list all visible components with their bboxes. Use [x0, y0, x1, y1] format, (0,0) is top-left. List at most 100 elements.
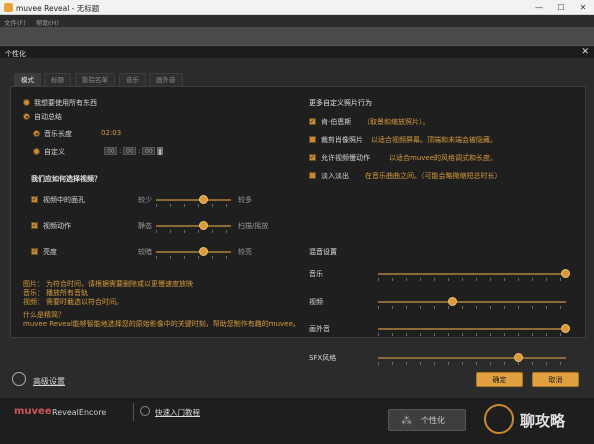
custom-minutes-value: 00	[126, 148, 134, 155]
time-separator-1: :	[119, 147, 122, 155]
mix-slider-ticks	[378, 306, 566, 309]
selection-row-label: 亮度	[43, 248, 57, 256]
slider-left-label: 静态	[138, 222, 152, 230]
slider-left-label: 较少	[138, 196, 152, 204]
tab-titles[interactable]: 标题	[44, 73, 71, 86]
selection-slider-knob[interactable]	[198, 247, 208, 256]
mix-slider-knob[interactable]	[561, 269, 570, 278]
cancel-button[interactable]: 取消	[532, 372, 579, 387]
watermark-text: 聊攻略	[520, 412, 566, 430]
note-video-text: 需要时截选以符合时间。	[46, 298, 123, 306]
selection-checkbox[interactable]: ✓	[31, 222, 38, 229]
advanced-settings-link[interactable]: 高级设置	[33, 376, 65, 387]
mix-slider-knob[interactable]	[561, 324, 570, 333]
selection-slider-knob[interactable]	[198, 195, 208, 204]
dialog-close-button[interactable]: ✕	[581, 47, 589, 57]
tab-narration[interactable]: 画外音	[149, 73, 183, 86]
maximize-button[interactable]: ☐	[550, 0, 572, 15]
mix-slider-track[interactable]	[378, 301, 566, 303]
watermark-logo-icon	[484, 404, 514, 434]
brand-reveal-encore: RevealEncore	[52, 408, 107, 417]
photo-behavior-checkbox[interactable]	[309, 136, 316, 143]
radio-auto-summary[interactable]	[23, 113, 30, 120]
tab-music[interactable]: 音乐	[119, 73, 146, 86]
mix-slider-track[interactable]	[378, 357, 566, 359]
selection-slider-track[interactable]	[156, 199, 231, 201]
time-spinner-icon[interactable]: ▲ ▼	[157, 147, 163, 156]
selection-slider-track[interactable]	[156, 225, 231, 227]
bottom-divider	[133, 403, 134, 421]
custom-seconds-value: 00	[145, 148, 153, 155]
mix-slider-track[interactable]	[378, 328, 566, 330]
menu-file[interactable]: 文件(F)	[4, 17, 26, 27]
app-logo-icon	[4, 3, 13, 12]
slider-right-label: 较多	[238, 196, 252, 204]
music-length-label: 音乐长度	[44, 130, 72, 138]
selection-slider-knob[interactable]	[198, 221, 208, 230]
menu-help[interactable]: 帮助(H)	[36, 17, 59, 27]
selection-row-label: 视频中的面孔	[43, 196, 85, 204]
time-separator-2: :	[138, 147, 141, 155]
photo-behavior-label: 裁剪肖像照片	[321, 136, 363, 144]
mix-row-label: 画外音	[309, 325, 330, 333]
mix-row-label: 视频	[309, 298, 323, 306]
auto-summary-label: 自动总结	[34, 113, 62, 121]
tab-mode[interactable]: 模式	[14, 73, 41, 86]
selection-slider-ticks	[156, 256, 231, 259]
selection-slider-ticks	[156, 204, 231, 207]
photo-behavior-label: 肯·伯恩斯	[321, 118, 352, 126]
custom-hours-field[interactable]: 00	[104, 147, 117, 155]
ok-button[interactable]: 确定	[476, 372, 523, 387]
custom-minutes-field[interactable]: 00	[123, 147, 136, 155]
mix-slider-ticks	[378, 362, 566, 365]
mix-heading: 混音设置	[309, 248, 337, 256]
custom-photos-heading: 更多自定义照片行为	[309, 99, 372, 107]
slider-right-label: 扫描/摇放	[238, 222, 269, 230]
quickstart-link[interactable]: 快速入门教程	[155, 407, 200, 418]
personalize-dialog: 模式 标题 影院名单 音乐 画外音 我想要使用所有东西 自动总结 音乐长度 02…	[0, 58, 594, 398]
personalize-label: 个性化	[421, 416, 445, 425]
selection-checkbox[interactable]: ✓	[31, 248, 38, 255]
what-is-summary-body: muvee Reveal能够智能地选择您的原始影像中的关键时刻，帮助您制作有趣的…	[23, 320, 300, 328]
dialog-titlebar: 个性化 ✕	[0, 45, 594, 58]
photo-behavior-desc: 以适合muvee的风格调式和长度。	[389, 154, 498, 162]
custom-label: 自定义	[44, 148, 65, 156]
mix-slider-knob[interactable]	[448, 297, 458, 306]
custom-seconds-field[interactable]: 00	[142, 147, 155, 155]
mix-slider-ticks	[378, 333, 566, 336]
close-window-button[interactable]: ✕	[572, 0, 594, 15]
minimize-button[interactable]: —	[528, 0, 550, 15]
photo-behavior-desc: （取景和缩放照片）。	[363, 118, 430, 126]
selection-heading: 我们应如何选择视频？	[31, 175, 101, 183]
selection-checkbox[interactable]: ✓	[31, 196, 38, 203]
mix-slider-knob[interactable]	[514, 353, 523, 362]
photo-behavior-label: 允许视频慢动作	[321, 154, 370, 162]
selection-slider-track[interactable]	[156, 251, 231, 253]
radio-use-all[interactable]	[23, 99, 30, 106]
mix-row-label: 音乐	[309, 270, 323, 278]
photo-behavior-checkbox[interactable]: ✓	[309, 154, 316, 161]
brand-muvee: muvee	[14, 406, 52, 417]
selection-row-label: 视频动作	[43, 222, 71, 230]
mix-row-label: SFX风格	[309, 354, 337, 362]
mode-panel: 我想要使用所有东西 自动总结 音乐长度 02:03 自定义 00 : 00 : …	[10, 86, 586, 365]
photo-behavior-desc: 以适合视频屏幕。顶端和末端会被隐藏。	[371, 136, 497, 144]
music-length-value: 02:03	[101, 129, 122, 137]
window-titlebar: muvee Reveal - 无标题 — ☐ ✕	[0, 0, 594, 15]
photo-behavior-desc: 在音乐曲曲之间。（可能会略微缩短总时长）	[365, 172, 502, 180]
photo-behavior-checkbox[interactable]	[309, 172, 316, 179]
photo-behavior-label: 淡入淡出	[321, 172, 349, 180]
selection-slider-ticks	[156, 230, 231, 233]
mix-slider-track[interactable]	[378, 273, 566, 275]
personalize-button[interactable]: ⁂ 个性化	[388, 409, 466, 431]
slider-right-label: 较亮	[238, 248, 252, 256]
photo-behavior-checkbox[interactable]: ✓	[309, 118, 316, 125]
tab-credits[interactable]: 影院名单	[75, 73, 115, 86]
use-all-label: 我想要使用所有东西	[34, 99, 97, 107]
radio-music-length[interactable]	[33, 130, 40, 137]
radio-custom[interactable]	[33, 148, 40, 155]
lightbulb-icon	[12, 372, 26, 386]
mix-slider-ticks	[378, 278, 566, 281]
slider-left-label: 较暗	[138, 248, 152, 256]
custom-hours-value: 00	[107, 148, 115, 155]
